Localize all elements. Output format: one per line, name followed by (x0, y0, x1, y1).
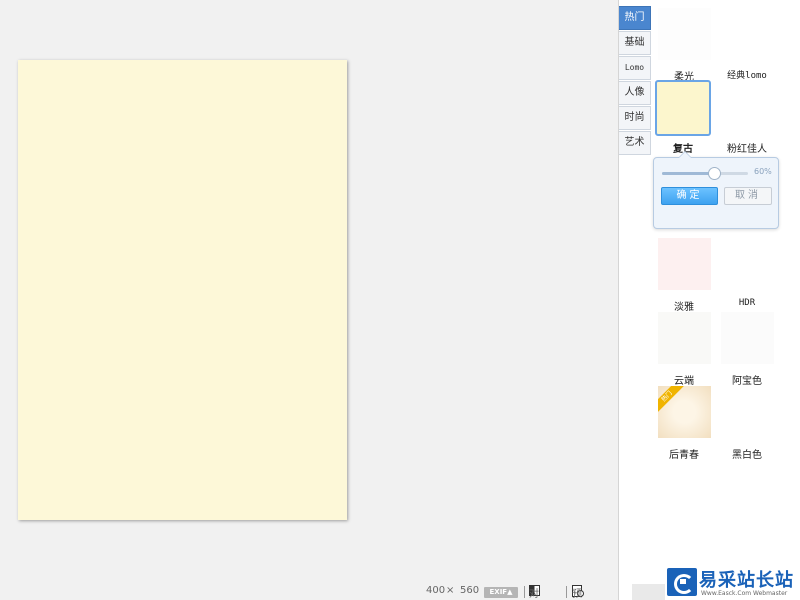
image-height: 560 (460, 585, 480, 596)
tab-fashion[interactable]: 时尚 (619, 106, 651, 130)
watermark-url: Www.Easck.Com Webmaster (701, 590, 788, 597)
filter-thumbnail (720, 8, 774, 60)
category-tabs: 热门 基础 Lomo 人像 时尚 艺术 (619, 6, 652, 156)
exif-button[interactable]: EXIF▲ (484, 587, 518, 598)
intensity-popup: 60% 确定 取消 (653, 151, 779, 229)
filter-thumbnail (720, 80, 774, 132)
filter-thumbnail (657, 8, 711, 60)
hot-badge: 热门 (657, 386, 684, 412)
filter-thumbnail (720, 312, 774, 364)
filter-thumbnail (655, 80, 711, 136)
dimension-separator: × (446, 585, 455, 596)
intensity-value: 60% (754, 167, 772, 176)
site-logo-icon (667, 568, 697, 596)
filter-thumbnail (720, 386, 774, 438)
filter-label: 阿宝色 (732, 376, 762, 387)
filter-abao[interactable]: 阿宝色 (719, 312, 775, 387)
status-bar: 400 × 560 EXIF▲ 对比 预览 (420, 585, 620, 600)
divider (524, 586, 525, 598)
filter-thumbnail (720, 238, 774, 290)
filter-hdr[interactable]: HDR (719, 238, 775, 308)
filter-label: 后青春 (669, 450, 699, 461)
filter-label: 黑白色 (732, 450, 762, 461)
filter-black-white[interactable]: 黑白色 (719, 386, 775, 461)
filter-label: 淡雅 (674, 302, 694, 313)
filter-panel: 热门 基础 Lomo 人像 时尚 艺术 柔光 经典lomo 复古 粉红佳人 淡雅… (618, 0, 800, 600)
watermark-title: 易采站长站 (699, 570, 794, 591)
tab-portrait[interactable]: 人像 (619, 81, 651, 105)
filter-pink-lady[interactable]: 粉红佳人 (719, 80, 775, 155)
tab-lomo[interactable]: Lomo (619, 56, 651, 80)
filter-soft-light[interactable]: 柔光 (656, 8, 712, 83)
site-watermark: 易采站长站 Www.Easck.Com Webmaster (665, 566, 800, 600)
filter-post-youth[interactable]: 热门 后青春 (656, 386, 712, 461)
confirm-button[interactable]: 确定 (661, 187, 718, 205)
photo-canvas (18, 60, 347, 520)
filter-retro[interactable]: 复古 (655, 80, 711, 155)
slider-fill (662, 172, 714, 175)
tab-art[interactable]: 艺术 (619, 131, 651, 155)
filter-classic-lomo[interactable]: 经典lomo (719, 8, 775, 81)
filter-cloud[interactable]: 云端 (656, 312, 712, 387)
filter-label: HDR (738, 298, 756, 308)
slider-handle[interactable] (707, 167, 721, 180)
filter-thumbnail (657, 238, 711, 290)
image-width: 400 (426, 585, 446, 596)
scrollbar-track[interactable] (632, 584, 666, 600)
filter-label: 云端 (674, 376, 694, 387)
compare-label: 对比 (529, 589, 539, 600)
intensity-slider[interactable] (662, 167, 748, 180)
filter-thumbnail (657, 312, 711, 364)
cancel-button[interactable]: 取消 (724, 187, 772, 205)
tab-hot[interactable]: 热门 (619, 6, 651, 30)
filter-elegant[interactable]: 淡雅 (656, 238, 712, 313)
filter-thumbnail: 热门 (657, 386, 711, 438)
divider (566, 586, 567, 598)
filter-label: 粉红佳人 (727, 144, 767, 155)
tab-basic[interactable]: 基础 (619, 31, 651, 55)
preview-label: 预览 (572, 589, 582, 600)
